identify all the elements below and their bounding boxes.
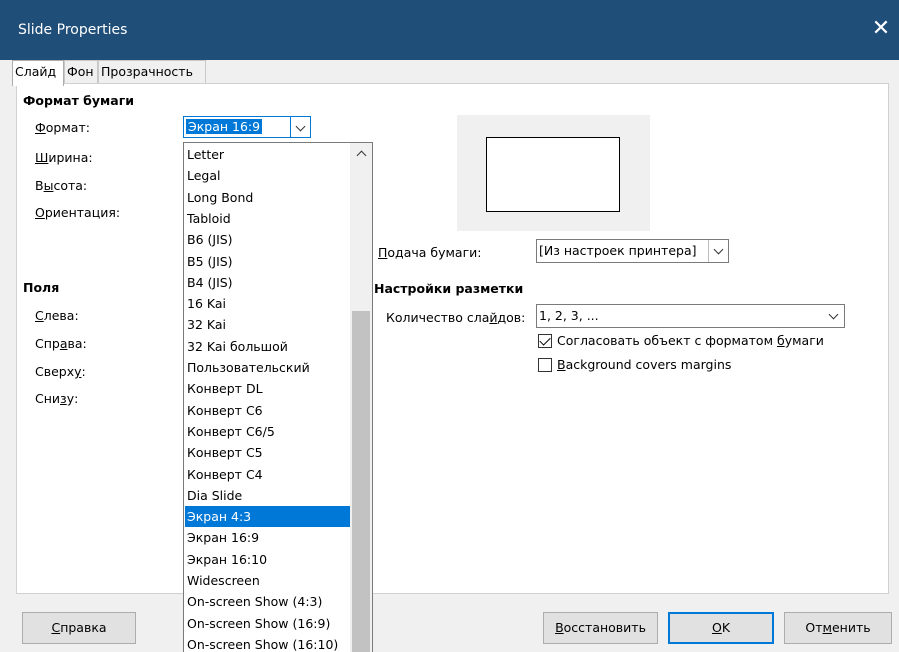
format-option[interactable]: On-screen Show (4:3) [185, 591, 350, 612]
paper-tray-label: Подача бумаги: [378, 245, 482, 260]
fit-object-checkbox[interactable] [538, 334, 552, 348]
format-option[interactable]: Конверт DL [185, 378, 350, 399]
format-option[interactable]: Dia Slide [185, 485, 350, 506]
reset-button[interactable]: Восстановить [543, 612, 658, 644]
margins-heading: Поля [23, 280, 60, 295]
margin-top-label: Сверху: [35, 364, 86, 379]
format-option[interactable]: Long Bond [185, 187, 350, 208]
window-title: Slide Properties [18, 22, 128, 38]
chevron-down-icon[interactable] [824, 305, 844, 327]
format-option[interactable]: Widescreen [185, 570, 350, 591]
slide-count-combo[interactable]: 1, 2, 3, ... [536, 304, 845, 328]
cancel-button[interactable]: Отменить [784, 612, 892, 644]
fit-object-label: Согласовать объект с форматом бумаги [557, 333, 824, 348]
format-option[interactable]: On-screen Show (16:9) [185, 613, 350, 634]
format-option[interactable]: Пользовательский [185, 357, 350, 378]
format-option[interactable]: B5 (JIS) [185, 251, 350, 272]
format-option[interactable]: Экран 16:10 [185, 549, 350, 570]
format-combo[interactable]: Экран 16:9 [183, 116, 311, 138]
dropdown-scrollbar[interactable] [350, 143, 372, 652]
format-option[interactable]: Legal [185, 165, 350, 186]
chevron-up-icon[interactable] [350, 143, 372, 165]
margin-left-label: Слева: [35, 308, 79, 323]
title-bar: Slide Properties ✕ [0, 0, 899, 60]
format-option[interactable]: 32 Kai [185, 314, 350, 335]
tab-transparency[interactable]: Прозрачность [98, 60, 206, 84]
slide-count-value: 1, 2, 3, ... [539, 308, 599, 323]
chevron-down-icon[interactable] [290, 117, 310, 137]
tab-slide[interactable]: Слайд [12, 60, 64, 86]
chevron-down-icon[interactable] [708, 240, 728, 262]
paper-tray-value: [Из настроек принтера] [539, 243, 697, 258]
page-preview-slide [486, 137, 620, 212]
format-label: Формат: [35, 120, 90, 135]
help-button[interactable]: Справка [22, 612, 136, 644]
format-option[interactable]: Letter [185, 144, 350, 165]
layout-settings-heading: Настройки разметки [374, 281, 524, 296]
paper-format-heading: Формат бумаги [23, 93, 134, 108]
format-option[interactable]: Экран 4:3 [185, 506, 350, 528]
format-option[interactable]: Tabloid [185, 208, 350, 229]
format-option[interactable]: Экран 16:9 [185, 527, 350, 548]
format-option[interactable]: Конверт C5 [185, 442, 350, 463]
format-option[interactable]: B6 (JIS) [185, 229, 350, 250]
format-option[interactable]: 32 Kai большой [185, 336, 350, 357]
background-margins-label: Background covers margins [557, 357, 732, 372]
format-option[interactable]: B4 (JIS) [185, 272, 350, 293]
scrollbar-thumb[interactable] [352, 311, 370, 652]
margin-right-label: Справа: [35, 336, 87, 351]
margin-bottom-label: Снизу: [35, 391, 79, 406]
height-label: Высота: [35, 178, 88, 193]
background-margins-checkbox[interactable] [538, 358, 552, 372]
close-icon[interactable]: ✕ [869, 15, 893, 43]
format-option[interactable]: 16 Kai [185, 293, 350, 314]
format-option[interactable]: Конверт C4 [185, 464, 350, 485]
paper-tray-combo[interactable]: [Из настроек принтера] [536, 239, 729, 263]
ok-button[interactable]: OK [668, 612, 774, 644]
orientation-label: Ориентация: [35, 205, 121, 220]
format-option[interactable]: Конверт C6 [185, 400, 350, 421]
slide-count-label: Количество слайдов: [386, 310, 526, 325]
format-option[interactable]: On-screen Show (16:10) [185, 634, 350, 652]
format-option[interactable]: Конверт C6/5 [185, 421, 350, 442]
format-dropdown-list[interactable]: On-screen Show (16:10) On-screen Show (16… [183, 142, 373, 652]
format-combo-value: Экран 16:9 [186, 119, 263, 134]
tab-background[interactable]: Фон [64, 60, 98, 84]
width-label: Ширина: [35, 150, 93, 165]
